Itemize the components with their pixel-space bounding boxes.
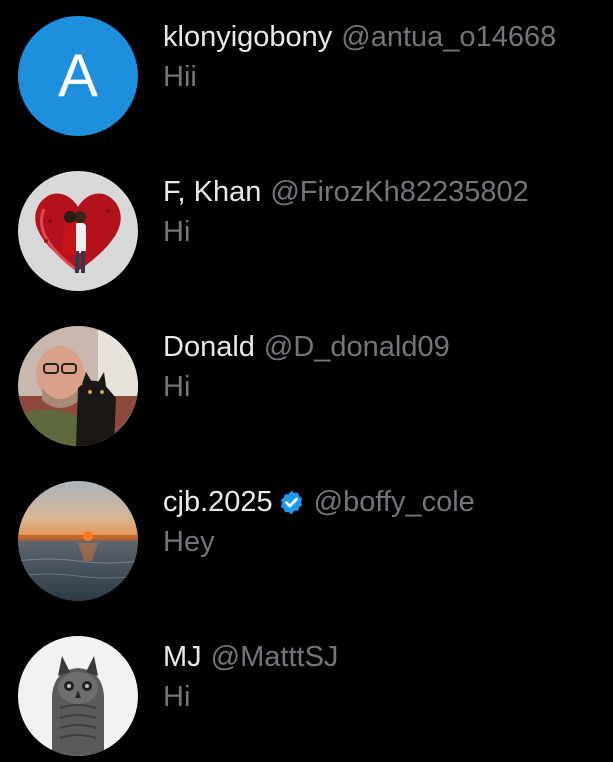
avatar[interactable] bbox=[18, 326, 138, 446]
owl-image bbox=[18, 636, 138, 756]
verified-badge-icon bbox=[278, 489, 305, 516]
display-name: Donald bbox=[163, 331, 255, 363]
user-handle: @D_donald09 bbox=[263, 331, 450, 363]
display-name: MJ bbox=[163, 641, 202, 673]
avatar[interactable] bbox=[18, 481, 138, 601]
user-handle: @FirozKh82235802 bbox=[270, 176, 529, 208]
conversation-list: A klonyigobony @antua_o14668 Hii F, Khan… bbox=[0, 0, 613, 762]
conversation-row[interactable]: A klonyigobony @antua_o14668 Hii bbox=[0, 0, 613, 150]
conversation-row[interactable]: cjb.2025 @boffy_cole Hey bbox=[0, 465, 613, 615]
message-preview: Hey bbox=[163, 526, 215, 558]
display-name: F, Khan bbox=[163, 176, 262, 208]
avatar[interactable] bbox=[18, 171, 138, 291]
conversation-row[interactable]: F, Khan @FirozKh82235802 Hi bbox=[0, 155, 613, 305]
display-name: klonyigobony bbox=[163, 21, 333, 53]
user-handle: @antua_o14668 bbox=[341, 21, 557, 53]
man-with-cat-image bbox=[18, 326, 138, 446]
user-handle: @MatttSJ bbox=[210, 641, 339, 673]
sunset-sea-image bbox=[18, 481, 138, 601]
avatar[interactable] bbox=[18, 636, 138, 756]
message-preview: Hi bbox=[163, 371, 191, 403]
avatar[interactable]: A bbox=[18, 16, 138, 136]
heart-couple-image bbox=[18, 171, 138, 291]
conversation-row[interactable]: Donald @D_donald09 Hi bbox=[0, 310, 613, 460]
conversation-row[interactable]: MJ @MatttSJ Hi bbox=[0, 620, 613, 762]
message-preview: Hii bbox=[163, 61, 197, 93]
avatar-letter: A bbox=[57, 42, 99, 109]
message-preview: Hi bbox=[163, 681, 191, 713]
message-preview: Hi bbox=[163, 216, 191, 248]
display-name: cjb.2025 bbox=[163, 486, 273, 518]
user-handle: @boffy_cole bbox=[313, 486, 475, 518]
